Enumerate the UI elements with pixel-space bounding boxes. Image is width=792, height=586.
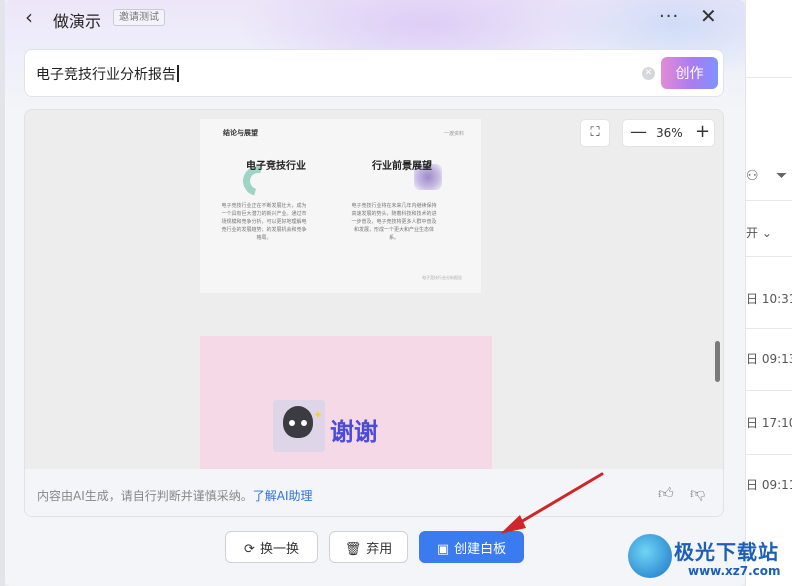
annotation-arrow bbox=[500, 472, 604, 534]
filter-icon: ⏷ bbox=[776, 168, 788, 184]
slides-preview[interactable]: 结论与展望 一渡资料 电子竞技行业 行业前景展望 电子竞技行业正在不断发展壮大，… bbox=[24, 109, 724, 517]
thumbs-up-icon[interactable]: 👍︎ bbox=[658, 484, 674, 503]
slide-page-label: 一渡资料 bbox=[444, 131, 465, 137]
background-time-4: 日 09:11 bbox=[746, 478, 792, 492]
slide-column-title-1: 电子竞技行业 bbox=[246, 161, 306, 172]
background-time-3: 日 17:10 bbox=[746, 416, 792, 430]
learn-ai-link[interactable]: 了解AI助理 bbox=[253, 489, 313, 503]
dialog-header: ‹ 做演示 邀请测试 ··· ✕ bbox=[5, 0, 745, 36]
status-badge: 邀请测试 bbox=[113, 9, 165, 26]
mascot-image: ✦ bbox=[273, 400, 325, 452]
swap-button[interactable]: ⟳ 换一换 bbox=[225, 531, 318, 563]
presentation-dialog: ‹ 做演示 邀请测试 ··· ✕ 电子竞技行业分析报告 ✕ 创作 结论与展望 一… bbox=[5, 0, 745, 586]
mascot-eye bbox=[289, 420, 295, 426]
divider bbox=[746, 390, 792, 391]
slide-thanks-text: 谢谢 bbox=[330, 418, 378, 446]
watermark: 极光下载站 www.xz7.com bbox=[628, 532, 788, 584]
slide-column-title-2: 行业前景展望 bbox=[372, 161, 432, 172]
thumbs-down-icon[interactable]: 👎︎ bbox=[690, 484, 705, 503]
clear-icon[interactable]: ✕ bbox=[642, 67, 655, 80]
zoom-in-icon[interactable]: + bbox=[695, 121, 710, 142]
chevron-left-icon[interactable]: ‹ bbox=[25, 7, 45, 27]
preview-scrollbar[interactable] bbox=[715, 341, 720, 382]
zoom-control: — 36% + bbox=[622, 119, 715, 147]
watermark-title: 极光下载站 bbox=[674, 540, 779, 564]
divider bbox=[746, 200, 792, 201]
zoom-value: 36% bbox=[656, 126, 683, 140]
create-button[interactable]: 创作 bbox=[661, 57, 718, 89]
watermark-logo bbox=[628, 534, 672, 578]
slide-footer: 电子竞技行业分析报告 bbox=[422, 275, 462, 280]
user-tree-icon: ⚇ bbox=[746, 168, 759, 184]
more-horizontal-icon[interactable]: ··· bbox=[659, 6, 679, 27]
ai-disclaimer: 内容由AI生成，请自行判断并谨慎采纳。了解AI助理 👍︎ 👎︎ bbox=[25, 469, 723, 516]
divider bbox=[746, 454, 792, 455]
divider bbox=[746, 256, 792, 257]
fit-screen-icon[interactable]: ⛶ bbox=[580, 119, 610, 147]
dialog-title: 做演示 bbox=[53, 12, 102, 31]
background-app: ⚇ ⏷ 开 ⌄ 日 10:31 日 09:13 日 17:10 日 09:11 bbox=[745, 0, 792, 586]
mascot-head bbox=[283, 406, 313, 438]
discard-button[interactable]: 🗑︎ 弃用 bbox=[329, 531, 408, 563]
trash-icon: 🗑︎ bbox=[344, 541, 362, 557]
background-time-1: 日 10:31 bbox=[746, 292, 792, 306]
slide-column-text-1: 电子竞技行业正在不断发展壮大，成为一个具有巨大潜力的新兴产业。通过市场规模和竞争… bbox=[221, 203, 307, 241]
prompt-input-value[interactable]: 电子竞技行业分析报告 bbox=[36, 64, 179, 84]
sparkle-icon: ✦ bbox=[313, 408, 324, 422]
refresh-icon: ⟳ bbox=[244, 541, 255, 557]
disclaimer-text: 内容由AI生成，请自行判断并谨慎采纳。了解AI助理 bbox=[37, 489, 313, 503]
divider bbox=[746, 328, 792, 329]
background-dropdown[interactable]: 开 ⌄ bbox=[746, 224, 772, 241]
divider bbox=[746, 77, 792, 78]
slide-conclusion[interactable]: 结论与展望 一渡资料 电子竞技行业 行业前景展望 电子竞技行业正在不断发展壮大，… bbox=[200, 119, 481, 293]
slide-heading: 结论与展望 bbox=[223, 129, 258, 137]
prompt-input[interactable]: 电子竞技行业分析报告 ✕ 创作 bbox=[24, 49, 724, 97]
zoom-out-icon[interactable]: — bbox=[630, 122, 647, 142]
whiteboard-icon: ▣ bbox=[436, 541, 450, 557]
mascot-eye bbox=[301, 420, 307, 426]
text-caret bbox=[177, 65, 179, 82]
watermark-url: www.xz7.com bbox=[688, 564, 781, 578]
background-time-2: 日 09:13 bbox=[746, 352, 792, 366]
slide-column-text-2: 电子竞技行业将在未来几年内继续保持高速发展的势头，随着科技和技术的进一步普及，电… bbox=[351, 203, 437, 241]
close-icon[interactable]: ✕ bbox=[700, 4, 717, 28]
slide-thanks[interactable]: ✦ 谢谢 bbox=[200, 336, 492, 476]
